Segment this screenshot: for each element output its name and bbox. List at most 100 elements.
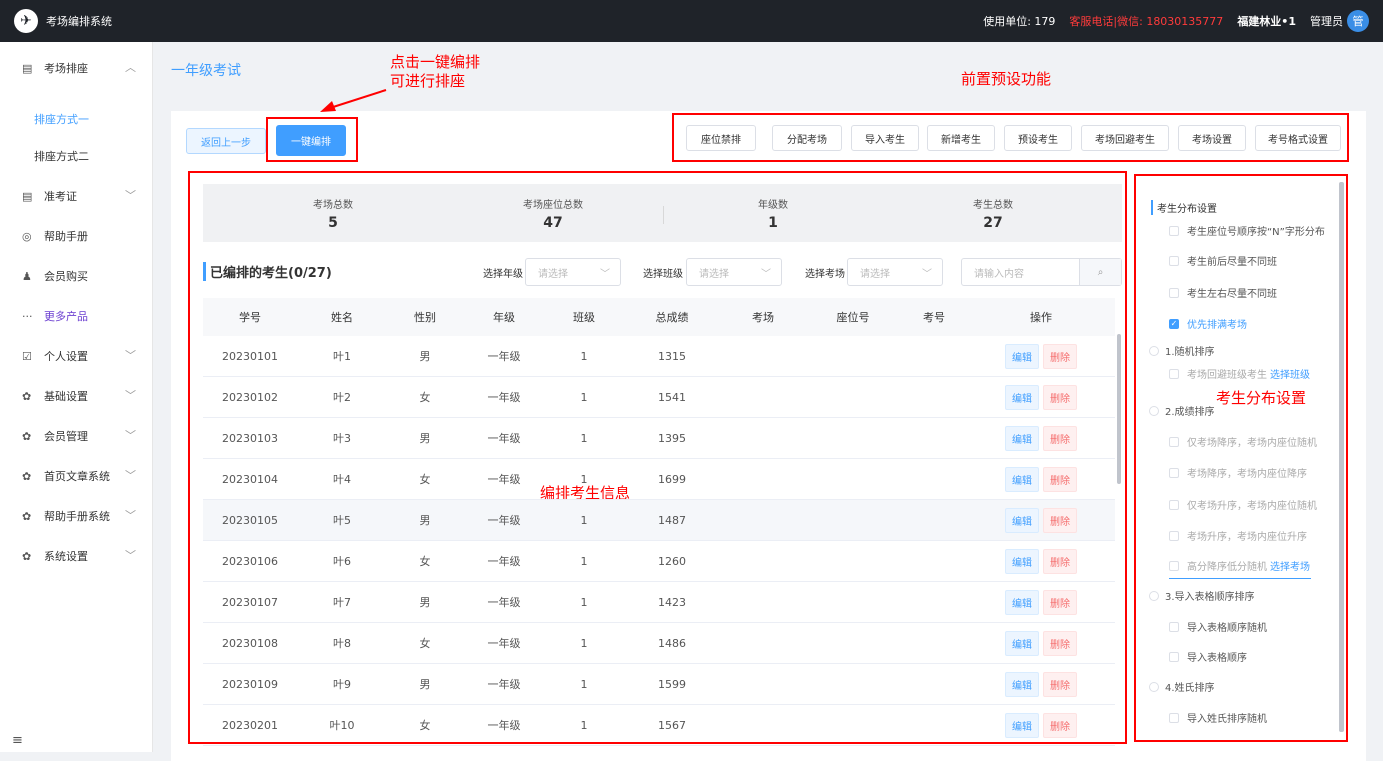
checkbox[interactable] bbox=[1169, 255, 1179, 266]
edit-button[interactable]: 编辑 bbox=[1005, 548, 1039, 574]
option-import-random[interactable]: 导入表格顺序随机 bbox=[1169, 619, 1267, 634]
table-row: 20230105 叶5 男 一年级 1 1487 编辑 删除 bbox=[203, 500, 1115, 541]
radio[interactable] bbox=[1149, 405, 1159, 416]
seat-ban-button[interactable]: 座位禁排 bbox=[686, 125, 756, 151]
sidebar-item-exam-seating[interactable]: ▤ 考场排座 ︿ bbox=[0, 48, 152, 88]
checkbox[interactable] bbox=[1169, 225, 1179, 236]
preset-student-button[interactable]: 预设考生 bbox=[1004, 125, 1072, 151]
radio-surname[interactable]: 4.姓氏排序 bbox=[1149, 679, 1215, 694]
checkbox[interactable] bbox=[1169, 499, 1179, 510]
sidebar-item-admission-ticket[interactable]: ▤ 准考证 ﹀ bbox=[0, 176, 152, 216]
option-score-2[interactable]: 考场降序，考场内座位降序 bbox=[1169, 465, 1307, 480]
edit-button[interactable]: 编辑 bbox=[1005, 425, 1039, 451]
sidebar-subitem-seating-two[interactable]: 排座方式二 bbox=[0, 136, 152, 176]
sidebar-item-more-products[interactable]: ··· 更多产品 bbox=[0, 296, 152, 336]
table-cell: 一年级 bbox=[487, 555, 521, 568]
option-import-seq[interactable]: 导入表格顺序 bbox=[1169, 649, 1247, 664]
row-actions: 编辑 删除 bbox=[967, 384, 1115, 410]
option-surname-random[interactable]: 导入姓氏排序随机 bbox=[1169, 710, 1267, 725]
delete-button[interactable]: 删除 bbox=[1043, 671, 1077, 697]
delete-button[interactable]: 删除 bbox=[1043, 425, 1077, 451]
import-students-button[interactable]: 导入考生 bbox=[851, 125, 919, 151]
page-title: 一年级考试 bbox=[171, 63, 241, 79]
room-settings-button[interactable]: 考场设置 bbox=[1178, 125, 1246, 151]
select-room-link[interactable]: 选择考场 bbox=[1270, 558, 1310, 573]
sidebar-item-membership[interactable]: ♟ 会员购买 bbox=[0, 256, 152, 296]
room-select[interactable]: 请选择 ﹀ bbox=[847, 258, 943, 286]
checkbox[interactable] bbox=[1169, 287, 1179, 298]
avoid-students-button[interactable]: 考场回避考生 bbox=[1081, 125, 1169, 151]
class-select[interactable]: 请选择 ﹀ bbox=[686, 258, 782, 286]
search-icon[interactable]: ⌕ bbox=[1079, 259, 1121, 285]
delete-button[interactable]: 删除 bbox=[1043, 712, 1077, 738]
table-cell: 叶1 bbox=[333, 350, 351, 363]
radio[interactable] bbox=[1149, 590, 1159, 601]
option-score-3[interactable]: 仅考场升序，考场内座位随机 bbox=[1169, 497, 1317, 512]
delete-button[interactable]: 删除 bbox=[1043, 466, 1077, 492]
assign-room-button[interactable]: 分配考场 bbox=[772, 125, 842, 151]
edit-button[interactable]: 编辑 bbox=[1005, 630, 1039, 656]
radio[interactable] bbox=[1149, 681, 1159, 692]
checkbox[interactable] bbox=[1169, 530, 1179, 541]
edit-button[interactable]: 编辑 bbox=[1005, 466, 1039, 492]
option-high-low[interactable]: 高分降序低分随机 选择考场 bbox=[1169, 558, 1310, 573]
avatar[interactable]: 管 bbox=[1347, 10, 1369, 32]
option-fill-rooms[interactable]: ✓ 优先排满考场 bbox=[1169, 316, 1247, 331]
checkbox[interactable] bbox=[1169, 621, 1179, 632]
delete-button[interactable]: 删除 bbox=[1043, 343, 1077, 369]
sidebar-item-member-management[interactable]: ✿ 会员管理 ﹀ bbox=[0, 416, 152, 456]
table-scrollbar[interactable] bbox=[1117, 334, 1121, 484]
option-avoid-class[interactable]: 考场回避班级考生 选择班级 bbox=[1169, 366, 1310, 381]
radio[interactable] bbox=[1149, 345, 1159, 356]
app-logo[interactable]: ✈ 考场编排系统 bbox=[14, 9, 112, 33]
search-input[interactable]: 请输入内容 ⌕ bbox=[961, 258, 1122, 286]
option-score-4[interactable]: 考场升序，考场内座位升序 bbox=[1169, 528, 1307, 543]
table-cell: 20230104 bbox=[222, 472, 278, 486]
radio-import-order[interactable]: 3.导入表格顺序排序 bbox=[1149, 588, 1255, 603]
collapse-menu-icon[interactable]: ≡ bbox=[12, 733, 23, 748]
sidebar-item-article-system[interactable]: ✿ 首页文章系统 ﹀ bbox=[0, 456, 152, 496]
delete-button[interactable]: 删除 bbox=[1043, 507, 1077, 533]
sidebar-item-personal-settings[interactable]: ☑ 个人设置 ﹀ bbox=[0, 336, 152, 376]
number-format-button[interactable]: 考号格式设置 bbox=[1255, 125, 1341, 151]
checkbox[interactable] bbox=[1169, 560, 1179, 571]
delete-button[interactable]: 删除 bbox=[1043, 384, 1077, 410]
grade-select[interactable]: 请选择 ﹀ bbox=[525, 258, 621, 286]
sidebar-item-label: 会员购买 bbox=[44, 270, 88, 283]
edit-button[interactable]: 编辑 bbox=[1005, 343, 1039, 369]
checkbox[interactable] bbox=[1169, 368, 1179, 379]
radio-random[interactable]: 1.随机排序 bbox=[1149, 343, 1215, 358]
one-click-arrange-button[interactable]: 一键编排 bbox=[276, 125, 346, 156]
select-class-link[interactable]: 选择班级 bbox=[1270, 366, 1310, 381]
checkbox[interactable] bbox=[1169, 712, 1179, 723]
option-score-1[interactable]: 仅考场降序，考场内座位随机 bbox=[1169, 434, 1317, 449]
option-front-back[interactable]: 考生前后尽量不同班 bbox=[1169, 253, 1277, 268]
delete-button[interactable]: 删除 bbox=[1043, 548, 1077, 574]
sidebar-item-help-manual[interactable]: ◎ 帮助手册 bbox=[0, 216, 152, 256]
panel-scrollbar[interactable] bbox=[1339, 182, 1344, 732]
edit-button[interactable]: 编辑 bbox=[1005, 384, 1039, 410]
option-n-shape[interactable]: 考生座位号顺序按“N”字形分布 bbox=[1169, 223, 1325, 238]
edit-button[interactable]: 编辑 bbox=[1005, 589, 1039, 615]
back-button[interactable]: 返回上一步 bbox=[186, 128, 266, 154]
checkbox[interactable] bbox=[1169, 436, 1179, 447]
edit-button[interactable]: 编辑 bbox=[1005, 671, 1039, 697]
delete-button[interactable]: 删除 bbox=[1043, 589, 1077, 615]
radio-score[interactable]: 2.成绩排序 bbox=[1149, 403, 1215, 418]
add-student-button[interactable]: 新增考生 bbox=[927, 125, 995, 151]
sidebar-item-system-settings[interactable]: ✿ 系统设置 ﹀ bbox=[0, 536, 152, 576]
annotation-line: 可进行排座 bbox=[390, 72, 466, 90]
sidebar-subitem-seating-one[interactable]: 排座方式一 bbox=[0, 102, 152, 136]
option-left-right[interactable]: 考生左右尽量不同班 bbox=[1169, 285, 1277, 300]
checkbox-checked[interactable]: ✓ bbox=[1169, 318, 1179, 329]
checkbox[interactable] bbox=[1169, 651, 1179, 662]
table-cell: 一年级 bbox=[487, 350, 521, 363]
edit-button[interactable]: 编辑 bbox=[1005, 507, 1039, 533]
sidebar-item-help-system[interactable]: ✿ 帮助手册系统 ﹀ bbox=[0, 496, 152, 536]
edit-button[interactable]: 编辑 bbox=[1005, 712, 1039, 738]
user-role[interactable]: 管理员 bbox=[1310, 13, 1343, 29]
delete-button[interactable]: 删除 bbox=[1043, 630, 1077, 656]
sidebar-item-basic-settings[interactable]: ✿ 基础设置 ﹀ bbox=[0, 376, 152, 416]
table-cell: 一年级 bbox=[487, 391, 521, 404]
checkbox[interactable] bbox=[1169, 467, 1179, 478]
